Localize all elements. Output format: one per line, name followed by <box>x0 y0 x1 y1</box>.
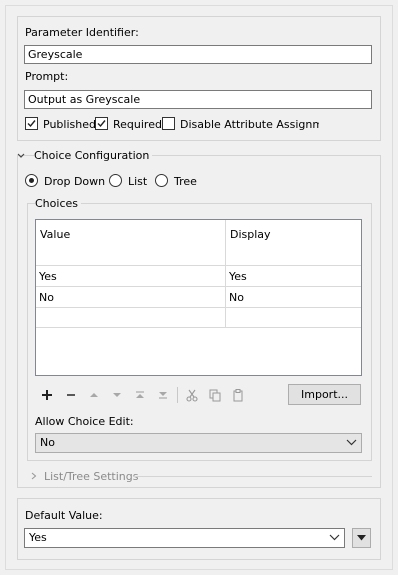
table-row-cell[interactable]: Yes <box>39 270 57 283</box>
chevron-down-icon <box>346 439 357 446</box>
minus-icon[interactable] <box>63 387 79 403</box>
allow-choice-edit-label: Allow Choice Edit: <box>35 415 134 428</box>
disable-attr-label: Disable Attribute Assignment <box>180 118 319 131</box>
checkmark-icon <box>97 120 106 128</box>
prompt-label: Prompt: <box>25 70 69 83</box>
cut-icon[interactable] <box>184 387 200 403</box>
radio-list-label: List <box>128 175 148 188</box>
row-divider <box>36 327 361 328</box>
radio-list[interactable] <box>109 174 122 187</box>
import-button[interactable]: Import... <box>288 384 361 405</box>
plus-icon[interactable] <box>39 387 55 403</box>
radio-selected-dot <box>29 178 34 183</box>
published-checkbox[interactable] <box>25 117 38 130</box>
default-value-select[interactable]: Yes <box>24 528 345 548</box>
paste-icon[interactable] <box>230 387 246 403</box>
default-value-label: Default Value: <box>25 509 103 522</box>
move-down-icon[interactable] <box>109 387 125 403</box>
header-divider <box>36 265 361 266</box>
required-label: Required <box>113 118 162 131</box>
row-divider <box>36 307 361 308</box>
choice-config-header[interactable]: Choice Configuration <box>34 149 153 162</box>
choices-table[interactable]: Value Display Yes Yes No No <box>35 219 362 376</box>
table-row-cell[interactable]: Yes <box>229 270 247 283</box>
checkmark-icon <box>27 120 36 128</box>
chevron-down-icon[interactable] <box>17 153 25 159</box>
default-value-text: Yes <box>29 531 47 544</box>
list-tree-settings-header[interactable]: List/Tree Settings <box>44 470 138 483</box>
identifier-input[interactable]: Greyscale <box>24 45 372 64</box>
chevron-down-icon <box>329 534 340 541</box>
allow-choice-edit-value: No <box>40 436 55 449</box>
radio-drop-down[interactable] <box>25 174 38 187</box>
prompt-input[interactable]: Output as Greyscale <box>24 90 372 109</box>
toolbar-separator <box>177 387 178 403</box>
list-tree-separator <box>134 476 372 477</box>
move-bottom-icon[interactable] <box>155 387 171 403</box>
table-row-cell[interactable]: No <box>229 291 244 304</box>
move-top-icon[interactable] <box>132 387 148 403</box>
choices-label: Choices <box>35 197 81 210</box>
required-checkbox[interactable] <box>95 117 108 130</box>
copy-icon[interactable] <box>207 387 223 403</box>
default-value-menu-button[interactable] <box>352 528 371 548</box>
column-divider <box>225 220 226 327</box>
radio-tree-label: Tree <box>174 175 197 188</box>
row-divider <box>36 286 361 287</box>
table-row-cell[interactable]: No <box>39 291 54 304</box>
radio-tree[interactable] <box>155 174 168 187</box>
disable-attr-checkbox[interactable] <box>162 117 175 130</box>
radio-drop-down-label: Drop Down <box>44 175 106 188</box>
column-header-display[interactable]: Display <box>230 228 271 241</box>
move-up-icon[interactable] <box>86 387 102 403</box>
published-label: Published <box>43 118 96 131</box>
identifier-label: Parameter Identifier: <box>25 26 139 39</box>
chevron-right-icon[interactable] <box>31 472 37 480</box>
dropdown-arrow-icon <box>357 535 366 541</box>
column-header-value[interactable]: Value <box>40 228 70 241</box>
allow-choice-edit-select[interactable]: No <box>35 433 362 453</box>
